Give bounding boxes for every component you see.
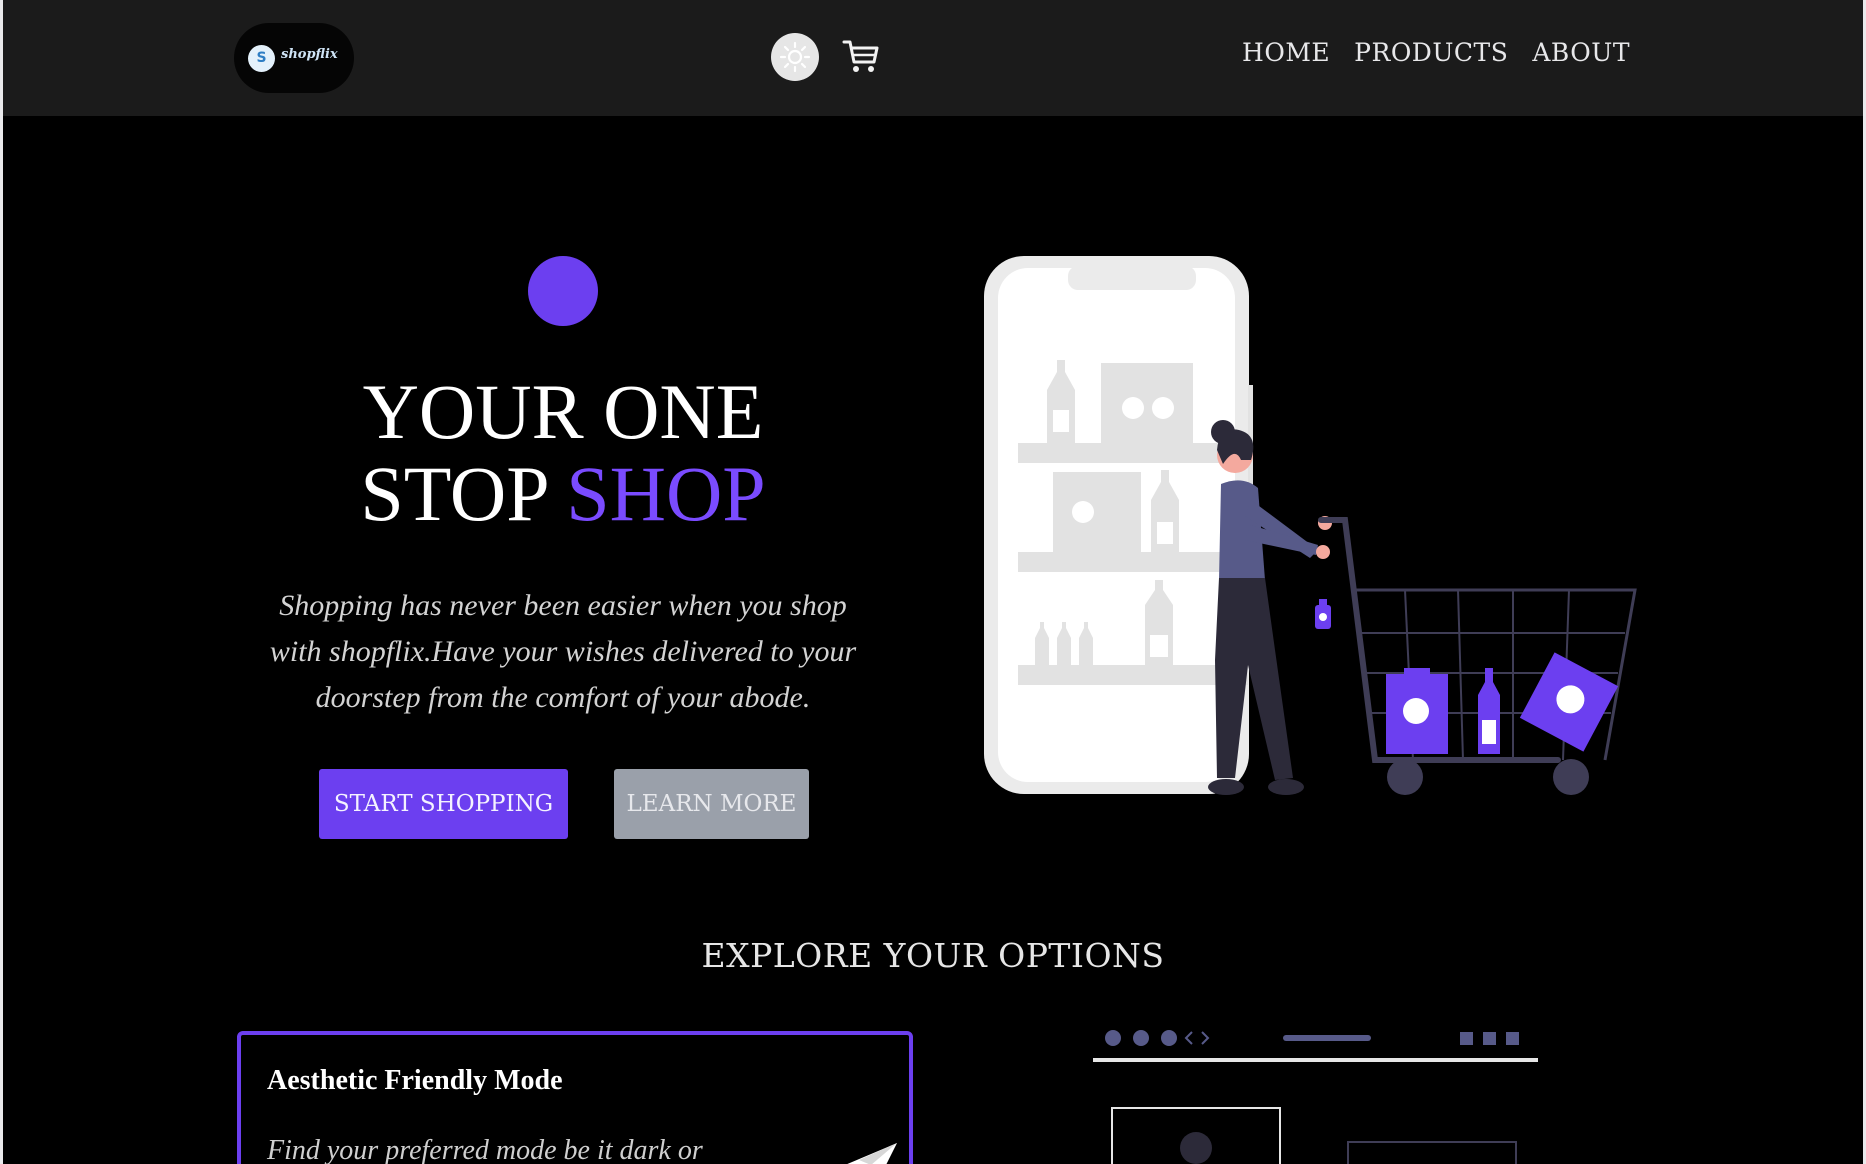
main-nav: HOME PRODUCTS ABOUT	[1242, 38, 1630, 67]
hero-headline-line2: STOP SHOP	[203, 454, 923, 534]
sun-icon[interactable]	[770, 32, 820, 82]
learn-more-button[interactable]: LEARN MORE	[614, 769, 809, 839]
logo-mark: S	[248, 45, 275, 72]
hero-lead-line: Shopping has never been easier when you …	[279, 589, 847, 622]
feature-card-text: Find your preferred mode be it dark or	[267, 1135, 703, 1164]
explore-section-title: EXPLORE YOUR OPTIONS	[701, 936, 1165, 975]
feature-card: Aesthetic Friendly Mode Find your prefer…	[237, 1031, 913, 1164]
headline-plain: STOP	[360, 450, 567, 537]
paper-plane-icon	[847, 1143, 897, 1164]
decorative-dot	[528, 256, 598, 326]
page: S shopflix HOME PRODUCTS ABOUT YOUR ONE …	[3, 0, 1863, 1164]
hero-lead: Shopping has never been easier when you …	[203, 583, 923, 721]
headline-accent: SHOP	[566, 450, 766, 537]
nav-about-link[interactable]: ABOUT	[1532, 38, 1630, 67]
hero-lead-line: with shopflix.Have your wishes delivered…	[269, 635, 857, 668]
nav-products-link[interactable]: PRODUCTS	[1354, 38, 1508, 67]
shopping-illustration	[984, 256, 1637, 795]
start-shopping-button[interactable]: START SHOPPING	[319, 769, 568, 839]
hero-lead-line: doorstep from the comfort of your abode.	[315, 681, 811, 714]
logo-text: shopflix	[281, 47, 338, 62]
feature-card-title: Aesthetic Friendly Mode	[267, 1065, 563, 1096]
logo[interactable]: S shopflix	[234, 23, 354, 93]
nav-home-link[interactable]: HOME	[1242, 38, 1330, 67]
browser-mockup-illustration	[1093, 1030, 1538, 1164]
navbar: S shopflix HOME PRODUCTS ABOUT	[3, 0, 1863, 116]
shopping-cart-icon[interactable]	[841, 36, 881, 76]
hero-headline-line1: YOUR ONE	[362, 368, 764, 455]
